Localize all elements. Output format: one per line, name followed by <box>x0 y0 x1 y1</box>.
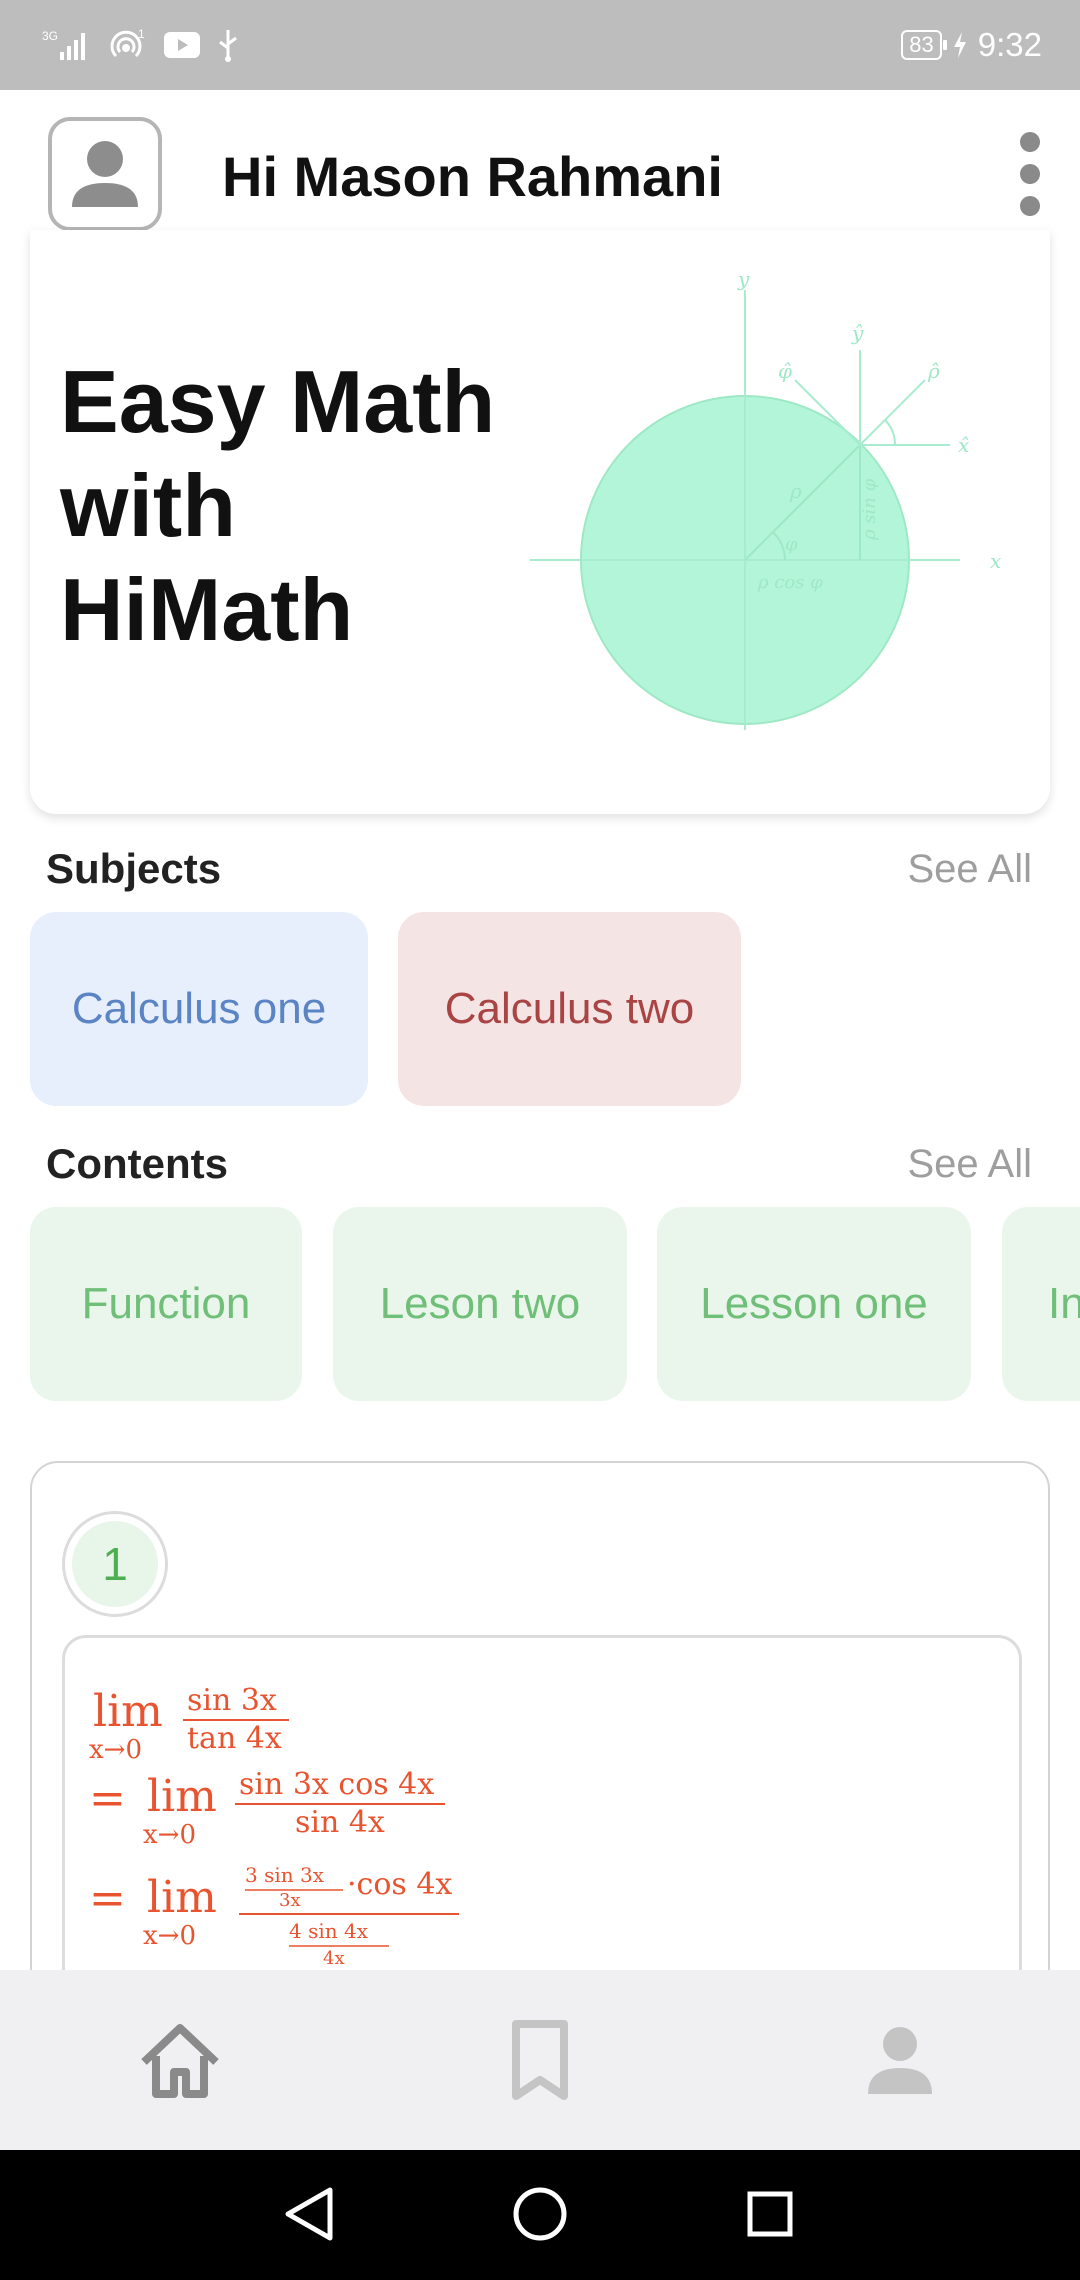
exercise-card[interactable]: 1 lim x→0 sin 3x tan 4x = lim x→0 sin 3x… <box>30 1461 1050 2021</box>
diagram-label-rho-sin-phi: ρ sin φ <box>859 478 880 541</box>
subjects-see-all-link[interactable]: See All <box>907 847 1032 892</box>
content-card-label: Lesson one <box>700 1279 928 1328</box>
diagram-label-phi: φ <box>785 534 798 555</box>
svg-text:lim: lim <box>147 1872 217 1923</box>
recents-icon <box>747 2191 793 2237</box>
svg-text:lim: lim <box>147 1771 217 1822</box>
avatar-button[interactable] <box>48 117 162 231</box>
diagram-label-y: y <box>737 270 750 291</box>
subject-card-label: Calculus one <box>71 984 327 1033</box>
exercise-number: 1 <box>72 1521 158 1607</box>
signal-icon: 3G <box>42 29 85 60</box>
content-card-leson-two[interactable]: Leson two <box>333 1207 627 1401</box>
clock: 9:32 <box>977 26 1042 63</box>
back-icon <box>285 2187 333 2241</box>
limit-formula: lim x→0 sin 3x tan 4x = lim x→0 sin 3x c… <box>89 1683 459 1968</box>
contents-title: Contents <box>46 1140 228 1187</box>
exercise-number-badge: 1 <box>62 1511 168 1617</box>
contents-see-all-link[interactable]: See All <box>907 1142 1032 1187</box>
battery-indicator: 83 <box>901 30 948 60</box>
svg-text:sin 4x: sin 4x <box>295 1805 385 1840</box>
hero-title: Easy Math with HiMath <box>60 352 496 659</box>
subject-card-calculus-two[interactable]: Calculus two <box>398 912 741 1106</box>
greeting-text: Hi Mason Rahmani <box>222 145 723 208</box>
svg-text:tan 4x: tan 4x <box>187 1721 282 1756</box>
status-icons-right: 83 9:32 <box>901 20 1042 70</box>
diagram-label-y-hat: ŷ <box>851 321 864 345</box>
diagram-label-rho-cos-phi: ρ cos φ <box>757 572 823 593</box>
profile-icon <box>868 2027 932 2094</box>
svg-text:·cos 4x: ·cos 4x <box>347 1867 452 1902</box>
svg-text:sin 3x cos 4x: sin 3x cos 4x <box>239 1767 434 1802</box>
svg-text:x→0: x→0 <box>143 1820 196 1850</box>
svg-text:4x: 4x <box>323 1948 345 1968</box>
status-icons-left: 3G 1 <box>42 20 240 70</box>
subject-card-label: Calculus two <box>444 984 695 1033</box>
svg-text:sin 3x: sin 3x <box>187 1683 277 1718</box>
home-circle-icon <box>513 2187 567 2241</box>
nav-profile[interactable] <box>850 2010 950 2110</box>
youtube-icon <box>164 32 200 58</box>
usb-icon <box>219 30 237 62</box>
system-recents-button[interactable] <box>740 2184 800 2244</box>
diagram-label-x: x <box>990 549 1001 573</box>
overflow-menu-icon[interactable] <box>1010 132 1050 218</box>
hotspot-icon: 1 <box>110 28 145 58</box>
nav-bookmarks[interactable] <box>490 2010 590 2110</box>
svg-text:lim: lim <box>93 1686 163 1737</box>
status-bar: 3G 1 83 9:32 <box>0 0 1080 90</box>
system-back-button[interactable] <box>280 2184 340 2244</box>
subject-card-calculus-one[interactable]: Calculus one <box>30 912 368 1106</box>
bookmark-icon <box>512 2020 568 2100</box>
formula-box: lim x→0 sin 3x tan 4x = lim x→0 sin 3x c… <box>62 1635 1022 2019</box>
avatar-icon <box>72 141 138 207</box>
content-card-label: Function <box>81 1279 251 1328</box>
svg-text:4 sin 4x: 4 sin 4x <box>289 1919 369 1943</box>
nav-home[interactable] <box>130 2010 230 2110</box>
bottom-navigation <box>0 1970 1080 2150</box>
svg-text:3 sin 3x: 3 sin 3x <box>245 1863 325 1887</box>
subjects-title: Subjects <box>46 845 222 892</box>
content-card-lesson-one[interactable]: Lesson one <box>657 1207 971 1401</box>
diagram-label-rho-hat: ρ̂ <box>927 359 940 383</box>
svg-text:3x: 3x <box>279 1890 301 1911</box>
system-navigation-bar <box>0 2150 1080 2280</box>
diagram-label-phi-hat: φ̂ <box>778 359 792 383</box>
svg-text:x→0: x→0 <box>89 1735 142 1765</box>
content-card-partial[interactable]: In <box>1002 1207 1080 1401</box>
content-card-label: Leson two <box>379 1279 581 1328</box>
network-label: 3G <box>42 29 58 43</box>
notification-count: 1 <box>138 28 145 41</box>
charging-icon <box>953 32 966 58</box>
home-icon <box>141 2024 219 2098</box>
diagram-label-x-hat: x̂ <box>958 433 969 457</box>
content-card-function[interactable]: Function <box>30 1207 302 1401</box>
system-home-button[interactable] <box>510 2184 570 2244</box>
content-card-label: In <box>1048 1279 1080 1328</box>
svg-text:=: = <box>89 1873 126 1924</box>
hero-banner: Easy Math with HiMath y x ŷ x̂ φ̂ ρ̂ ρ φ… <box>30 230 1050 814</box>
svg-text:=: = <box>89 1773 126 1824</box>
svg-text:x→0: x→0 <box>143 1921 196 1951</box>
diagram-label-rho: ρ <box>789 479 802 503</box>
polar-coordinates-diagram: y x ŷ x̂ φ̂ ρ̂ ρ φ ρ cos φ ρ sin φ <box>530 270 1001 730</box>
